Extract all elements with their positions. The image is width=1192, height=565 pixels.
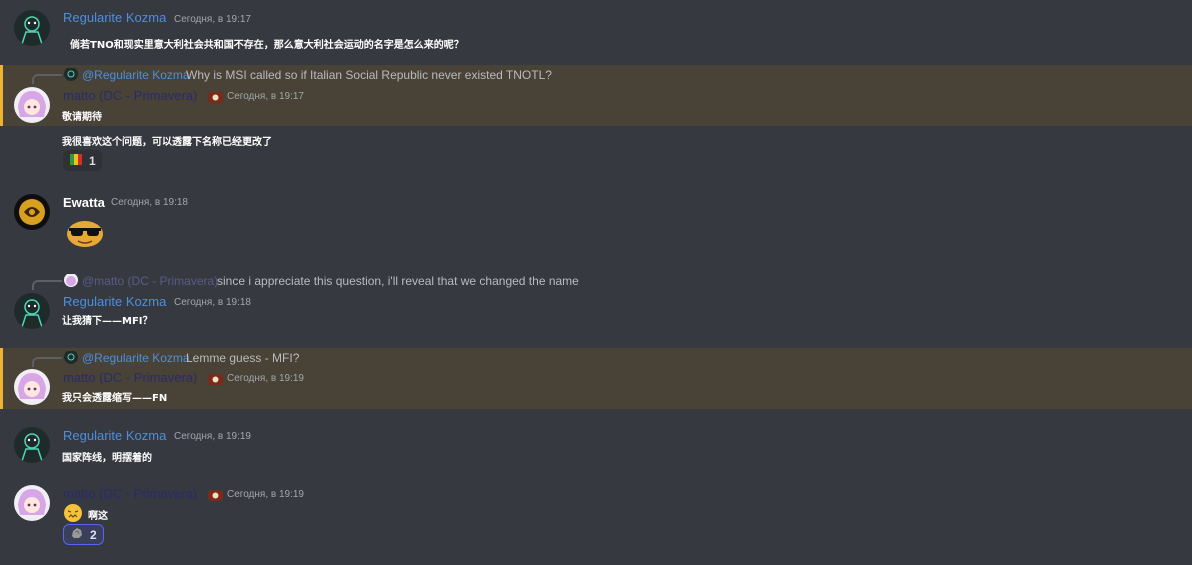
avatar[interactable] [14,10,50,46]
timestamp: Сегодня, в 19:17 [174,14,251,25]
avatar[interactable] [14,485,50,521]
timestamp: Сегодня, в 19:19 [227,489,304,500]
sunglasses-emoji [66,218,104,252]
reply-connector [32,357,62,367]
message: matto (DC - Primavera) Сегодня, в 19:19 … [0,478,1192,565]
timestamp: Сегодня, в 19:17 [227,91,304,102]
message: Ewatta Сегодня, в 19:18 [0,186,1192,256]
message-text: 敬请期待 [62,112,102,123]
reply-connector [32,280,62,290]
message-text: 啊这 [88,511,108,522]
avatar[interactable] [14,369,50,405]
message-text: 让我猜下——MFI？ [62,316,153,327]
author-name[interactable]: matto (DC - Primavera) [63,88,197,103]
author-name[interactable]: Regularite Kozma [63,428,166,443]
avatar [64,350,78,364]
message: 我很喜欢这个问题，可以透露下名称已经更改了 1 [0,126,1192,176]
reaction-count: 2 [90,527,97,542]
avatar[interactable] [14,427,50,463]
timestamp: Сегодня, в 19:19 [227,373,304,384]
reaction[interactable]: 2 [63,524,104,545]
message: @Regularite Kozma Lemme guess - MFI? mat… [0,348,1192,409]
reply-connector [32,74,62,84]
avatar [64,67,78,81]
reply-mention[interactable]: @Regularite Kozma [82,68,190,82]
rock-emoji [70,525,84,544]
author-name[interactable]: matto (DC - Primavera) [63,486,197,501]
reaction-count: 1 [89,153,96,168]
message: Regularite Kozma Сегодня, в 19:19 国家阵线，明… [0,420,1192,470]
message: Regularite Kozma Сегодня, в 19:17 倘若TNO和… [0,0,1192,62]
avatar[interactable] [14,87,50,123]
message-text: 我只会透露缩写——FN [62,393,168,404]
reply-mention[interactable]: @matto (DC - Primavera) [82,274,218,288]
author-name[interactable]: matto (DC - Primavera) [63,370,197,385]
reply-preview[interactable]: since i appreciate this question, i'll r… [217,274,579,288]
author-name[interactable]: Regularite Kozma [63,10,166,25]
message-text: 国家阵线，明摆着的 [62,453,152,464]
author-name[interactable]: Ewatta [63,195,105,210]
message-text: 倘若TNO和现实里意大利社会共和国不存在，那么意大利社会运动的名字是怎么来的呢？ [70,40,464,51]
reply-mention[interactable]: @Regularite Kozma [82,351,190,365]
message: @Regularite Kozma Why is MSI called so i… [0,65,1192,126]
author-name[interactable]: Regularite Kozma [63,294,166,309]
avatar[interactable] [14,293,50,329]
message: @matto (DC - Primavera) since i apprecia… [0,271,1192,335]
reply-preview[interactable]: Lemme guess - MFI? [186,351,299,365]
reaction[interactable]: 1 [63,150,102,171]
role-badge-icon [207,89,224,103]
flag-emoji [69,151,83,170]
message-text: 我很喜欢这个问题，可以透露下名称已经更改了 [62,137,272,148]
avatar[interactable] [14,194,50,230]
role-badge-icon [207,487,224,501]
reply-preview[interactable]: Why is MSI called so if Italian Social R… [186,68,552,82]
avatar [64,273,78,287]
timestamp: Сегодня, в 19:18 [174,297,251,308]
timestamp: Сегодня, в 19:19 [174,431,251,442]
timestamp: Сегодня, в 19:18 [111,197,188,208]
role-badge-icon [207,371,224,385]
